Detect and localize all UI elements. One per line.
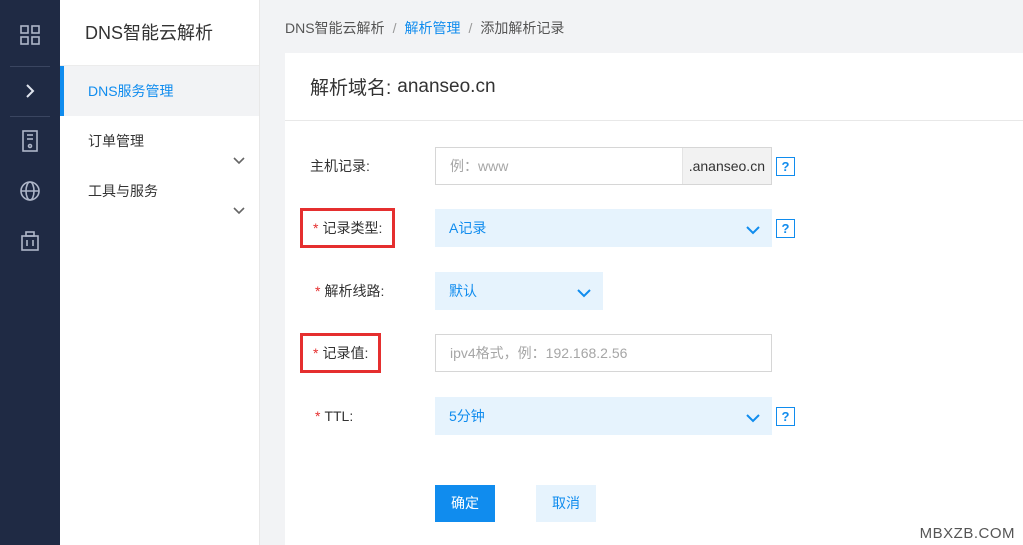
record-value-label: * 记录值:: [300, 333, 382, 373]
ttl-select[interactable]: 5分钟: [435, 397, 772, 435]
record-value-row: * 记录值: ipv4格式，例：192.168.2.56: [285, 333, 1023, 373]
cancel-button[interactable]: 取消: [536, 485, 596, 522]
resolution-line-label-text: 解析线路:: [324, 283, 385, 299]
chevron-down-icon: [746, 222, 760, 238]
record-value-input[interactable]: ipv4格式，例：192.168.2.56: [435, 334, 772, 372]
ttl-label: * TTL:: [315, 397, 353, 435]
icon-rail: [0, 0, 60, 545]
chevron-down-icon: [233, 185, 245, 235]
sidebar-item-orders[interactable]: 订单管理: [60, 116, 259, 166]
breadcrumb-current: 添加解析记录: [480, 20, 565, 36]
ttl-row: * TTL: 5分钟 ?: [285, 397, 1023, 435]
sidebar-item-label: 工具与服务: [88, 183, 158, 199]
breadcrumb-root[interactable]: DNS智能云解析: [285, 20, 385, 36]
add-record-card: 解析域名: ananseo.cn 主机记录: 例：www .ananseo.cn…: [285, 53, 1023, 545]
host-record-label: 主机记录:: [310, 147, 370, 185]
required-marker: *: [313, 345, 319, 361]
resolution-line-value: 默认: [449, 283, 477, 299]
globe-icon[interactable]: [0, 166, 60, 216]
resolution-line-field: 默认: [435, 272, 603, 310]
page-title: 解析域名: ananseo.cn: [285, 53, 1023, 121]
watermark: MBXZB.COM: [919, 525, 1015, 542]
ttl-field: 5分钟: [435, 397, 772, 435]
record-value-label-text: 记录值:: [322, 345, 369, 361]
resolution-line-label: * 解析线路:: [315, 272, 384, 310]
record-type-field: A记录: [435, 209, 772, 247]
chevron-down-icon: [577, 285, 591, 301]
help-icon[interactable]: ?: [776, 219, 795, 238]
sidebar-item-label: 订单管理: [88, 133, 144, 149]
required-marker: *: [313, 220, 319, 236]
domain-suffix: .ananseo.cn: [681, 148, 771, 184]
building-icon[interactable]: [0, 216, 60, 266]
sidebar-item-tools[interactable]: 工具与服务: [60, 166, 259, 216]
server-icon[interactable]: [0, 116, 60, 166]
record-value-field: ipv4格式，例：192.168.2.56: [435, 334, 772, 372]
chevron-right-icon[interactable]: [0, 66, 60, 116]
help-icon[interactable]: ?: [776, 407, 795, 426]
record-type-row: * 记录类型: A记录 ?: [285, 208, 1023, 248]
record-type-label-text: 记录类型:: [322, 220, 383, 236]
host-record-placeholder: 例：www: [450, 158, 509, 174]
host-record-row: 主机记录: 例：www .ananseo.cn ?: [285, 147, 1023, 185]
sidebar-title: DNS智能云解析: [60, 0, 259, 66]
confirm-button[interactable]: 确定: [435, 485, 495, 522]
resolution-line-select[interactable]: 默认: [435, 272, 603, 310]
help-icon[interactable]: ?: [776, 157, 795, 176]
host-record-field: 例：www .ananseo.cn: [435, 147, 772, 185]
record-type-label: * 记录类型:: [300, 208, 396, 248]
ttl-value: 5分钟: [449, 408, 485, 424]
required-marker: *: [315, 408, 321, 424]
sidebar-item-label: DNS服务管理: [88, 83, 174, 99]
resolution-line-row: * 解析线路: 默认: [285, 272, 1023, 310]
domain-label: 解析域名:: [310, 78, 392, 99]
required-marker: *: [315, 283, 321, 299]
ttl-label-text: TTL:: [324, 408, 354, 424]
domain-value: ananseo.cn: [397, 75, 496, 97]
breadcrumb: DNS智能云解析 / 解析管理 / 添加解析记录: [285, 18, 564, 38]
chevron-down-icon: [746, 410, 760, 426]
record-value-placeholder: ipv4格式，例：192.168.2.56: [450, 345, 628, 361]
host-record-label-text: 主机记录:: [310, 158, 370, 174]
grid-icon[interactable]: [0, 10, 60, 60]
record-type-select[interactable]: A记录: [435, 209, 772, 247]
record-type-value: A记录: [449, 220, 487, 236]
host-record-input[interactable]: 例：www .ananseo.cn: [435, 147, 772, 185]
sidebar: DNS智能云解析 DNS服务管理 订单管理 工具与服务: [60, 0, 260, 545]
breadcrumb-resolution-management[interactable]: 解析管理: [404, 20, 460, 36]
sidebar-item-dns-service[interactable]: DNS服务管理: [60, 66, 259, 116]
breadcrumb-separator: /: [468, 20, 473, 36]
breadcrumb-separator: /: [392, 20, 397, 36]
